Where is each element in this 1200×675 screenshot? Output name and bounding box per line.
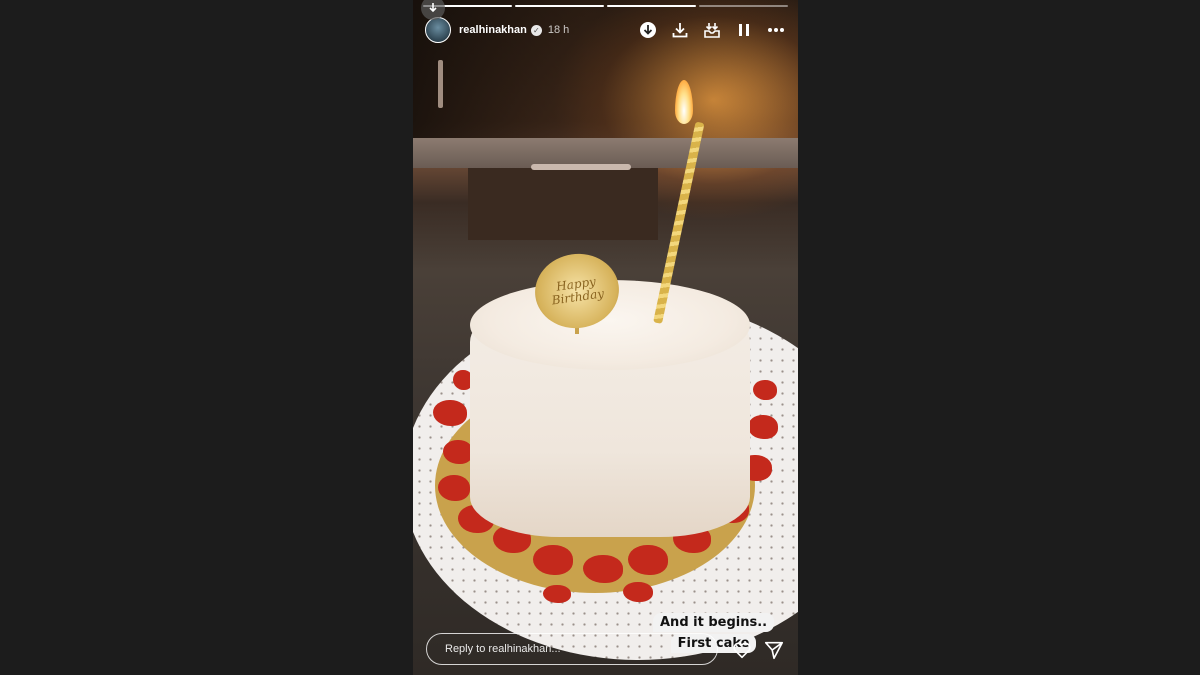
more-options-icon[interactable] <box>766 20 786 40</box>
rose-petal <box>583 555 623 583</box>
progress-segment <box>699 5 788 7</box>
verified-badge-icon: ✓ <box>530 24 542 36</box>
story-header: realhinakhan ✓ 18 h <box>425 16 786 44</box>
progress-segment <box>515 5 604 7</box>
reply-input[interactable] <box>443 642 707 656</box>
pause-icon[interactable] <box>734 20 754 40</box>
username[interactable]: realhinakhan <box>459 24 527 36</box>
heart-icon[interactable] <box>731 639 753 661</box>
rose-petal <box>623 582 653 602</box>
send-icon[interactable] <box>763 639 785 661</box>
rose-petal <box>433 400 467 426</box>
story-viewer[interactable]: Happy Birthday realhinakhan ✓ 18 h And i… <box>413 0 798 675</box>
story-progress-bar <box>423 5 788 7</box>
progress-segment <box>607 5 696 7</box>
save-story-icon[interactable] <box>702 20 722 40</box>
rose-petal <box>443 440 473 464</box>
rose-petal <box>748 415 778 439</box>
rose-petal <box>438 475 470 501</box>
drawer-light <box>531 164 631 170</box>
rose-petal <box>533 545 573 575</box>
rose-petal <box>753 380 777 400</box>
cabinet-handle <box>438 60 443 108</box>
timestamp: 18 h <box>547 24 570 36</box>
rose-petal <box>543 585 571 603</box>
cabinet-drawer <box>468 168 658 240</box>
rose-petal <box>628 545 668 575</box>
avatar[interactable] <box>425 17 451 43</box>
download-circle-icon[interactable] <box>638 20 658 40</box>
download-icon[interactable] <box>670 20 690 40</box>
reply-field[interactable] <box>426 633 718 665</box>
header-actions <box>638 20 786 40</box>
topper-text: Happy Birthday <box>550 274 605 308</box>
caption-line-1: And it begins.. <box>653 613 775 632</box>
